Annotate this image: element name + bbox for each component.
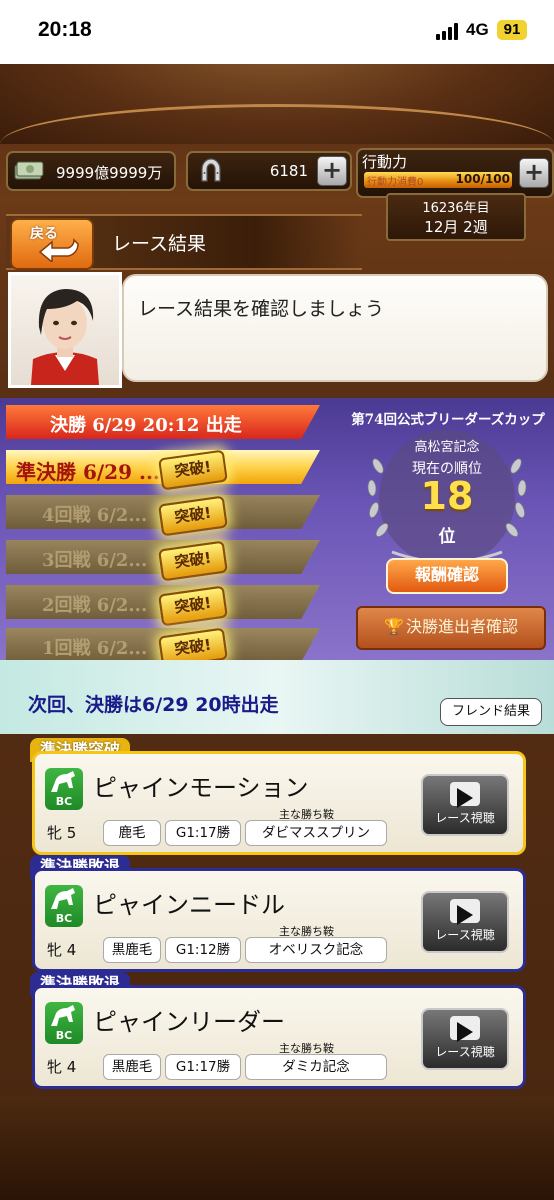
friend-results-button[interactable]: フレンド結果 [440,698,542,726]
bc-label: BC [55,912,73,925]
game-week: 12月 2週 [424,218,488,236]
back-arrow-icon [38,238,79,262]
status-time: 20:18 [38,18,92,41]
cash-icon [14,161,44,180]
advisor-speech-bubble: レース結果を確認しましょう [122,274,548,382]
play-icon [457,1022,473,1042]
horseshoe-value: 6181 [269,162,308,180]
watch-race-label: レース視聴 [435,1045,495,1059]
round-label: 2回戦 6/2... [42,595,148,616]
game-year: 16236年目 [422,201,490,216]
round-label: 4回戦 6/2... [42,505,148,526]
horse-card[interactable]: BC ピャインニードル 牝 4 黒鹿毛 G1:12勝 主な勝ち鞍 オベリスク記念… [32,868,526,972]
energy-display: 行動力 行動力消費0 100/100 + [356,148,554,198]
money-display: 9999億9999万 [6,151,176,191]
horse-sex-age: 牝 4 [47,941,77,959]
finalist-check-button[interactable]: 🏆 決勝進出者確認 [356,606,546,650]
horse-coat: 鹿毛 [103,820,161,846]
add-horseshoe-button[interactable]: + [317,156,347,186]
horse-coat: 黒鹿毛 [103,937,161,963]
horse-icon: BC [45,885,83,927]
horseshoe-display: 6181 + [186,151,352,191]
horse-coat: 黒鹿毛 [103,1054,161,1080]
trophy-icon: 🏆 [384,617,404,636]
horse-main-win: オベリスク記念 [245,937,387,963]
horse-record: G1:17勝 [165,1054,241,1080]
horse-record: G1:17勝 [165,820,241,846]
round-label: 1回戦 6/2... [42,638,148,659]
battery-icon: 91 [497,20,527,40]
watch-race-label: レース視聴 [435,928,495,942]
cup-race-name: 高松宮記念 [414,440,480,455]
horseshoe-icon [201,158,221,182]
back-button[interactable]: 戻る [10,218,94,270]
horse-icon: BC [45,768,83,810]
horse-sex-age: 牝 5 [47,824,77,842]
horse-name: ピャインリーダー [93,1008,285,1036]
add-energy-button[interactable]: + [519,158,549,188]
game-date: 16236年目 12月 2週 [386,193,526,241]
bc-label: BC [55,795,73,808]
horse-name: ピャインニードル [93,891,285,919]
watch-race-button[interactable]: レース視聴 [421,1008,509,1070]
round-label: 3回戦 6/2... [42,550,148,571]
play-icon [457,788,473,808]
signal-icon [436,22,462,40]
horse-main-win: ダビマススプリン [245,820,387,846]
horse-name: ピャインモーション [93,774,309,802]
rank-unit: 位 [438,527,456,547]
next-race-text: 次回、決勝は6/29 20時出走 [28,694,279,716]
energy-label: 行動力 [362,153,408,171]
round-label: 決勝 6/29 20:12 出走 [50,415,242,436]
page-title: レース結果 [112,233,207,255]
network-type: 4G [466,20,489,39]
horse-sex-age: 牝 4 [47,1058,77,1076]
energy-bar: 行動力消費0 100/100 [364,172,512,188]
advisor-avatar [8,272,122,388]
horse-card[interactable]: BC ピャインリーダー 牝 4 黒鹿毛 G1:17勝 主な勝ち鞍 ダミカ記念 レ… [32,985,526,1089]
energy-value: 100/100 [455,172,510,186]
advisor-message: レース結果を確認しましょう [138,298,385,320]
money-value: 9999億9999万 [56,164,163,182]
watch-race-label: レース視聴 [435,811,495,825]
play-icon [457,905,473,925]
watch-race-button[interactable]: レース視聴 [421,774,509,836]
energy-consumption: 行動力消費0 [367,177,424,188]
horse-main-win: ダミカ記念 [245,1054,387,1080]
horse-record: G1:12勝 [165,937,241,963]
finalist-check-label: 決勝進出者確認 [405,617,518,636]
horse-card[interactable]: BC ピャインモーション 牝 5 鹿毛 G1:17勝 主な勝ち鞍 ダビマススプリ… [32,751,526,855]
watch-race-button[interactable]: レース視聴 [421,891,509,953]
round-final: 決勝 6/29 20:12 出走 [6,405,320,439]
wood-frame-bottom [0,1096,554,1200]
bc-label: BC [55,1029,73,1042]
rank-value: 18 [420,474,474,518]
horse-icon: BC [45,1002,83,1044]
reward-check-button[interactable]: 報酬確認 [386,558,508,594]
